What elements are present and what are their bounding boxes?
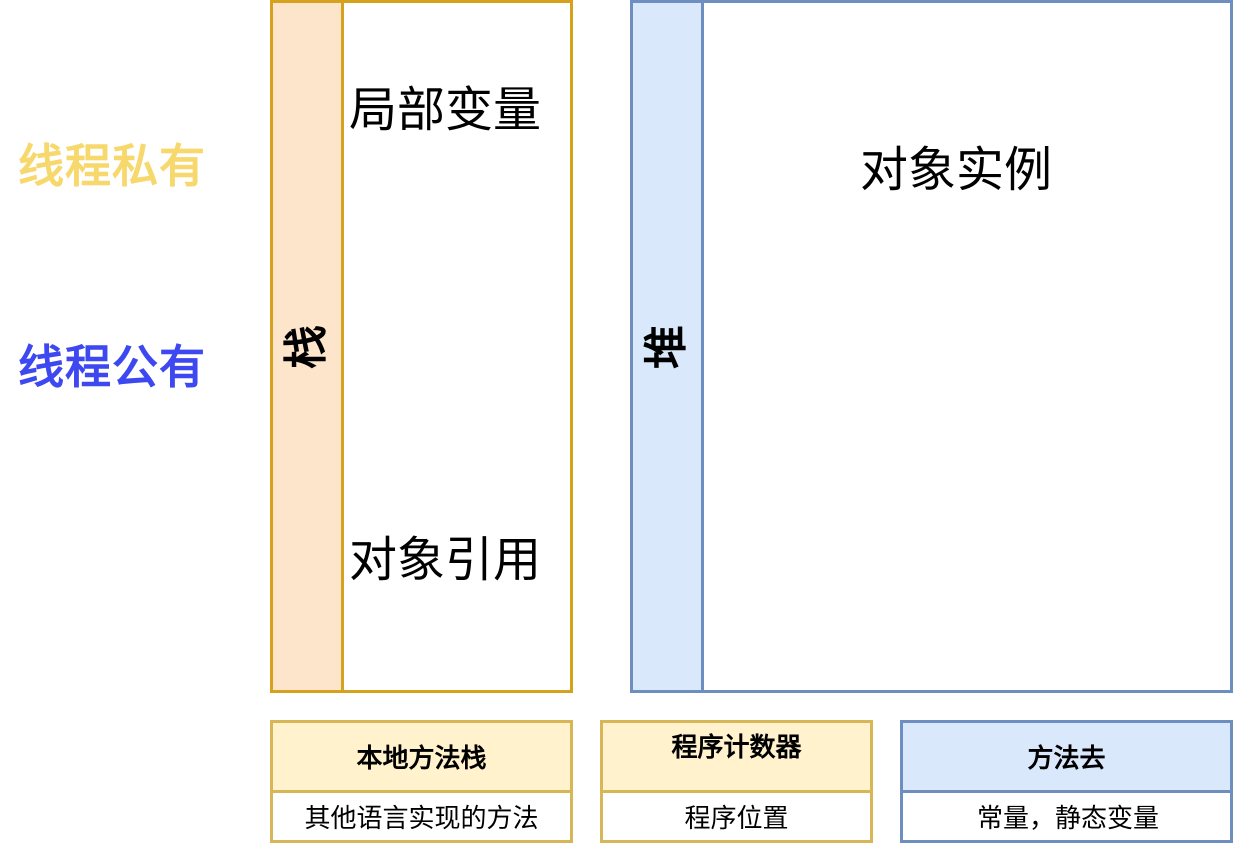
native-method-stack-title: 本地方法栈 (273, 723, 570, 793)
native-method-stack-box: 本地方法栈 其他语言实现的方法 (270, 720, 573, 843)
program-counter-description: 程序位置 (603, 793, 870, 840)
heap-region: 堆 对象实例 (630, 0, 1233, 693)
native-method-stack-description: 其他语言实现的方法 (273, 793, 570, 840)
stack-label-text: 栈 (281, 324, 332, 369)
object-reference-text: 对象引用 (349, 532, 542, 588)
thread-shared-label: 线程公有 (18, 340, 206, 394)
heap-label: 堆 (633, 3, 701, 690)
method-area-description: 常量，静态变量 (903, 793, 1230, 840)
method-area-box: 方法去 常量，静态变量 (900, 720, 1233, 843)
object-instance-text: 对象实例 (860, 142, 1053, 198)
local-variables-text: 局部变量 (349, 82, 542, 138)
program-counter-box: 程序计数器 程序位置 (600, 720, 873, 843)
program-counter-title: 程序计数器 (603, 723, 870, 793)
heap-label-text: 堆 (641, 324, 692, 369)
method-area-title: 方法去 (903, 723, 1230, 793)
stack-label: 栈 (273, 3, 341, 690)
thread-private-label: 线程私有 (18, 139, 206, 193)
stack-region: 栈 局部变量 对象引用 (270, 0, 573, 693)
